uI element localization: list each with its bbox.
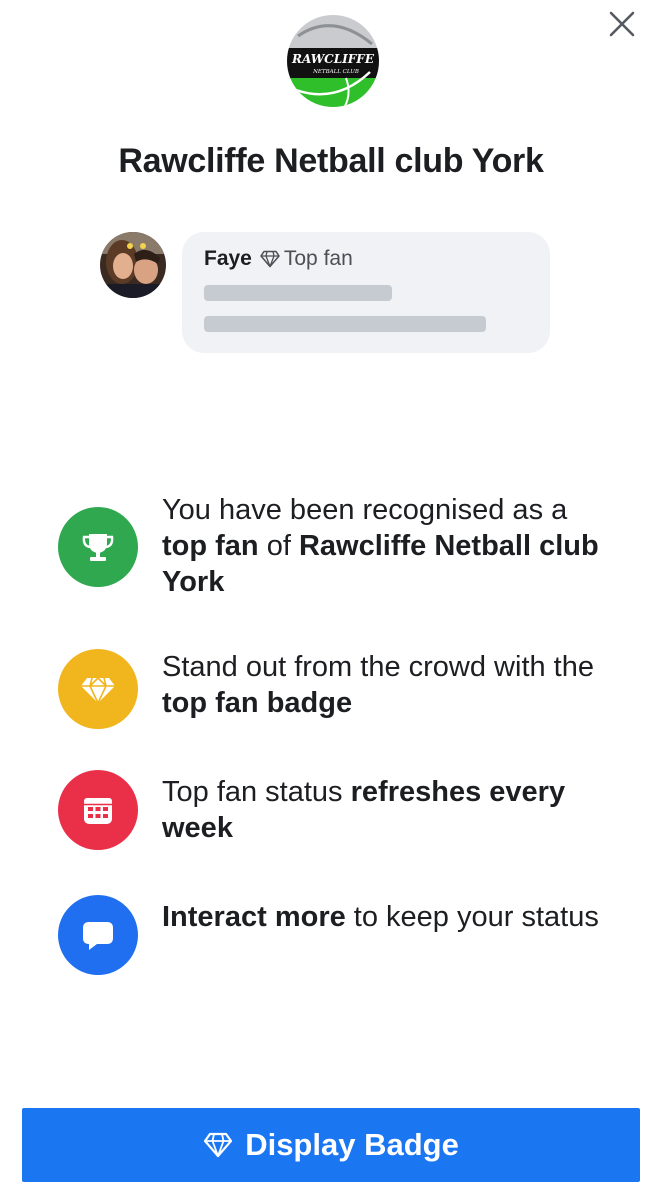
chat-bubble-icon bbox=[83, 922, 113, 950]
feature-text-bold: top fan badge bbox=[162, 687, 353, 719]
diamond-icon bbox=[81, 677, 115, 704]
placeholder-line bbox=[204, 285, 392, 301]
calendar-icon bbox=[84, 798, 112, 824]
feature-text-part: You have been recognised as a bbox=[162, 494, 568, 526]
feature-icon-circle bbox=[58, 507, 138, 587]
feature-text-part: Top fan status bbox=[162, 776, 351, 808]
display-badge-button[interactable]: Display Badge bbox=[22, 1108, 640, 1182]
feature-text-recognised: You have been recognised as a top fan of… bbox=[162, 492, 612, 600]
avatar-photo bbox=[100, 232, 166, 298]
feature-text-bold: Interact more bbox=[162, 901, 346, 933]
diamond-icon bbox=[204, 1132, 233, 1158]
feature-text-refresh: Top fan status refreshes every week bbox=[162, 774, 612, 846]
feature-icon-circle bbox=[58, 649, 138, 729]
close-button[interactable] bbox=[604, 6, 640, 42]
page-title: Rawcliffe Netball club York bbox=[118, 142, 544, 180]
preview-user-name: Faye bbox=[204, 247, 252, 270]
preview-name-row: Faye Top fan bbox=[204, 247, 353, 271]
display-badge-label: Display Badge bbox=[245, 1127, 459, 1162]
club-logo: RAWCLIFFE NETBALL CLUB bbox=[287, 15, 379, 107]
trophy-icon bbox=[82, 534, 114, 561]
feature-text-part: to keep your status bbox=[345, 901, 599, 933]
feature-text-badge: Stand out from the crowd with the top fa… bbox=[162, 649, 612, 721]
feature-text-bold: top fan bbox=[162, 530, 259, 562]
diamond-icon bbox=[260, 250, 280, 268]
feature-text-interact: Interact more to keep your status bbox=[162, 899, 612, 935]
feature-text-part: of bbox=[258, 530, 299, 562]
logo-text-sub: NETBALL CLUB bbox=[312, 69, 359, 75]
logo-text-main: RAWCLIFFE bbox=[291, 52, 375, 66]
placeholder-line bbox=[204, 316, 486, 332]
feature-icon-circle bbox=[58, 770, 138, 850]
avatar bbox=[100, 232, 166, 298]
close-icon bbox=[609, 11, 635, 37]
feature-text-part: Stand out from the crowd with the bbox=[162, 651, 594, 683]
feature-icon-circle bbox=[58, 895, 138, 975]
top-fan-preview-card: Faye Top fan bbox=[182, 232, 550, 353]
preview-badge-label: Top fan bbox=[283, 247, 353, 270]
